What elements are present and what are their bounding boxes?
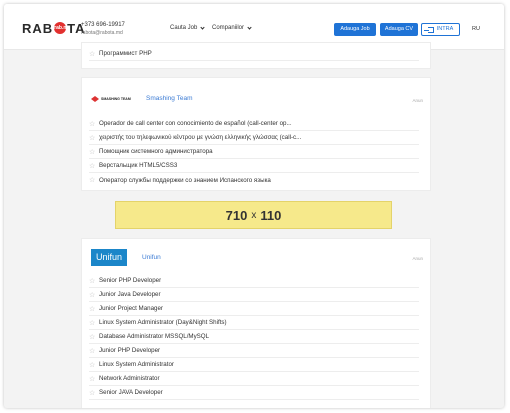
add-cv-button[interactable]: Adauga CV: [380, 23, 418, 36]
logo-text-left: RAB: [22, 20, 54, 36]
job-title[interactable]: Senior JAVA Developer: [99, 389, 163, 396]
logo-badge: rab.md: [54, 22, 71, 34]
star-icon[interactable]: ☆: [89, 148, 99, 156]
company-card-smashing: SMASHING TEAM Smashing Team Anun ☆ Opera…: [81, 77, 431, 191]
company-logo-text: SMASHING TEAM: [101, 96, 131, 101]
job-title[interactable]: Программист PHP: [99, 50, 152, 57]
ad-label: Anun: [412, 98, 423, 103]
job-row[interactable]: ☆ Верстальщик HTML5/CSS3: [89, 159, 419, 173]
chevron-down-icon: [247, 24, 252, 30]
star-icon[interactable]: ☆: [89, 333, 99, 341]
job-row[interactable]: ☆ Junior PHP Developer: [89, 344, 419, 358]
contact-info: +373 696-19917 rabota@rabota.md: [81, 22, 125, 36]
job-title[interactable]: Senior PHP Developer: [99, 277, 161, 284]
email-address[interactable]: rabota@rabota.md: [81, 30, 125, 36]
site-logo[interactable]: RAB rab.md TA: [22, 20, 86, 36]
job-row[interactable]: ☆ Программист PHP: [89, 47, 419, 61]
star-icon[interactable]: ☆: [89, 162, 99, 170]
star-icon[interactable]: ☆: [89, 389, 99, 397]
job-row[interactable]: ☆ Senior JAVA Developer: [89, 386, 419, 400]
job-row[interactable]: ☆ Помощник системного администратора: [89, 145, 419, 159]
nav-cauta-job[interactable]: Cauta Job: [170, 24, 205, 31]
job-title[interactable]: Помощник системного администратора: [99, 148, 213, 155]
job-row[interactable]: ☆ Senior PHP Developer: [89, 274, 419, 288]
login-label: INTRA: [436, 26, 454, 32]
company-logo-smashing[interactable]: SMASHING TEAM: [91, 94, 131, 103]
job-title[interactable]: Linux System Administrator: [99, 361, 174, 368]
add-job-button[interactable]: Adauga Job: [334, 23, 376, 36]
ad-label: Anun: [412, 256, 423, 261]
job-title[interactable]: Оператор службы поддержки со знанием Исп…: [99, 177, 271, 184]
star-icon[interactable]: ☆: [89, 50, 99, 58]
star-icon[interactable]: ☆: [89, 120, 99, 128]
star-icon[interactable]: ☆: [89, 319, 99, 327]
banner-separator: x: [251, 209, 257, 221]
star-icon[interactable]: ☆: [89, 176, 99, 184]
job-row[interactable]: ☆ χειριστής του τηλεφωνικού κέντρου με γ…: [89, 131, 419, 145]
job-row[interactable]: ☆ Linux System Administrator: [89, 358, 419, 372]
job-row[interactable]: ☆ Linux System Administrator (Day&Night …: [89, 316, 419, 330]
language-switch[interactable]: RU: [472, 26, 480, 32]
banner-height: 110: [260, 207, 282, 223]
nav-cauta-job-label: Cauta Job: [170, 25, 198, 31]
star-icon[interactable]: ☆: [89, 347, 99, 355]
job-title[interactable]: Database Administrator MSSQL/MySQL: [99, 333, 209, 340]
company-card-top: ☆ Программист PHP: [81, 42, 431, 69]
nav-companiilor[interactable]: Companiilor: [212, 24, 252, 31]
browser-frame: RAB rab.md TA +373 696-19917 rabota@rabo…: [4, 4, 504, 408]
job-row[interactable]: ☆ Junior Project Manager: [89, 302, 419, 316]
job-title[interactable]: Network Administrator: [99, 375, 160, 382]
star-icon[interactable]: ☆: [89, 134, 99, 142]
job-title[interactable]: Operador de call center con conocimiento…: [99, 120, 292, 127]
star-icon[interactable]: ☆: [89, 361, 99, 369]
job-title[interactable]: Linux System Administrator (Day&Night Sh…: [99, 319, 227, 326]
job-title[interactable]: χειριστής του τηλεφωνικού κέντρου με γνώ…: [99, 134, 301, 141]
job-row[interactable]: ☆ Operador de call center con conocimien…: [89, 117, 419, 131]
job-title[interactable]: Junior Java Developer: [99, 291, 161, 298]
company-card-unifun: Unifun Unifun Anun ☆ Senior PHP Develope…: [81, 238, 431, 408]
nav-companiilor-label: Companiilor: [212, 25, 245, 31]
star-icon[interactable]: ☆: [89, 305, 99, 313]
job-title[interactable]: Верстальщик HTML5/CSS3: [99, 162, 177, 169]
job-row[interactable]: ☆ Junior Java Developer: [89, 288, 419, 302]
star-icon[interactable]: ☆: [89, 277, 99, 285]
company-name[interactable]: Unifun: [142, 254, 161, 261]
phone-number[interactable]: +373 696-19917: [81, 22, 125, 28]
banner-width: 710: [225, 207, 248, 223]
job-title[interactable]: Junior Project Manager: [99, 305, 163, 312]
company-logo-unifun[interactable]: Unifun: [91, 249, 127, 266]
login-button[interactable]: INTRA: [421, 23, 460, 36]
star-icon[interactable]: ☆: [89, 375, 99, 383]
job-row[interactable]: ☆ Database Administrator MSSQL/MySQL: [89, 330, 419, 344]
company-name[interactable]: Smashing Team: [146, 95, 193, 102]
job-title[interactable]: Junior PHP Developer: [99, 347, 160, 354]
job-row[interactable]: ☆ Оператор службы поддержки со знанием И…: [89, 173, 419, 187]
smashing-logo-icon: [91, 95, 99, 102]
job-row[interactable]: ☆ Network Administrator: [89, 372, 419, 386]
chevron-down-icon: [200, 24, 205, 30]
ad-banner[interactable]: 710 x 110: [115, 201, 392, 229]
login-icon: [423, 26, 434, 33]
star-icon[interactable]: ☆: [89, 291, 99, 299]
